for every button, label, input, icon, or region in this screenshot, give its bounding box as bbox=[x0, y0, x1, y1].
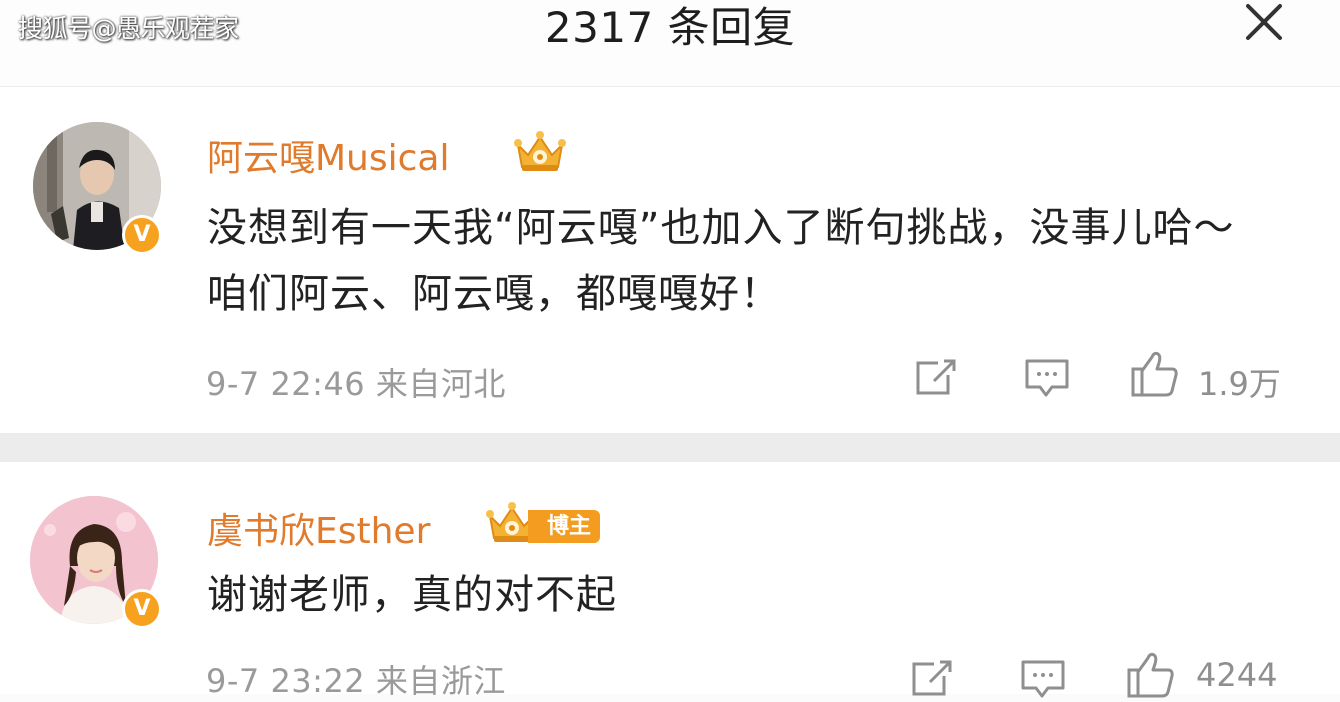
comment-time: 9-7 22:46 bbox=[206, 365, 366, 403]
comment-meta: 9-7 23:22 来自浙江 bbox=[206, 656, 506, 702]
comment-text: 谢谢老师，真的对不起 bbox=[207, 572, 617, 618]
comment-text: 没想到有一天我“阿云嘎”也加入了断句挑战，没事儿哈～咱们阿云、阿云嘎，都嘎嘎好！ bbox=[207, 205, 1235, 317]
like-count: 1.9万 bbox=[1198, 365, 1281, 403]
blogger-badge: 博主 bbox=[528, 510, 600, 543]
source-watermark: 搜狐号@愚乐观茬家 bbox=[18, 14, 239, 43]
comment-location: 来自浙江 bbox=[375, 662, 506, 700]
comment-meta: 9-7 22:46 来自河北 bbox=[206, 359, 506, 405]
comment-location: 来自河北 bbox=[375, 365, 506, 403]
verified-badge: V bbox=[122, 215, 162, 255]
comment-icon bbox=[1025, 359, 1069, 397]
thumbs-up-icon bbox=[1131, 351, 1178, 397]
like-button[interactable] bbox=[1126, 650, 1176, 700]
replies-header: 2317 条回复 搜狐号@愚乐观茬家 bbox=[0, 0, 1340, 87]
verified-badge: V bbox=[122, 589, 162, 629]
comment-username[interactable]: 虞书欣Esther bbox=[207, 502, 430, 554]
thumbs-up-icon bbox=[1127, 652, 1174, 698]
share-icon bbox=[912, 660, 952, 696]
comment-time: 9-7 23:22 bbox=[206, 662, 366, 700]
comment-username[interactable]: 阿云嘎Musical bbox=[207, 129, 450, 181]
like-count: 4244 bbox=[1196, 656, 1278, 694]
comment-divider bbox=[0, 433, 1340, 462]
crown-icon bbox=[512, 129, 568, 175]
like-button[interactable] bbox=[1130, 349, 1180, 399]
comment-item: V 虞书欣Esther 博主 谢谢老师，真的对不起 9-7 23:22 来自浙江 bbox=[0, 462, 1340, 700]
close-icon bbox=[1246, 4, 1282, 40]
close-button[interactable] bbox=[1238, 0, 1290, 48]
share-button[interactable] bbox=[914, 357, 958, 397]
share-button[interactable] bbox=[910, 658, 954, 698]
share-icon bbox=[916, 359, 956, 395]
comment-item: V 阿云嘎Musical 没想到有一天我“阿云嘎”也加入了断句挑战，没事儿哈～咱… bbox=[0, 87, 1340, 433]
reply-button[interactable] bbox=[1024, 357, 1070, 399]
